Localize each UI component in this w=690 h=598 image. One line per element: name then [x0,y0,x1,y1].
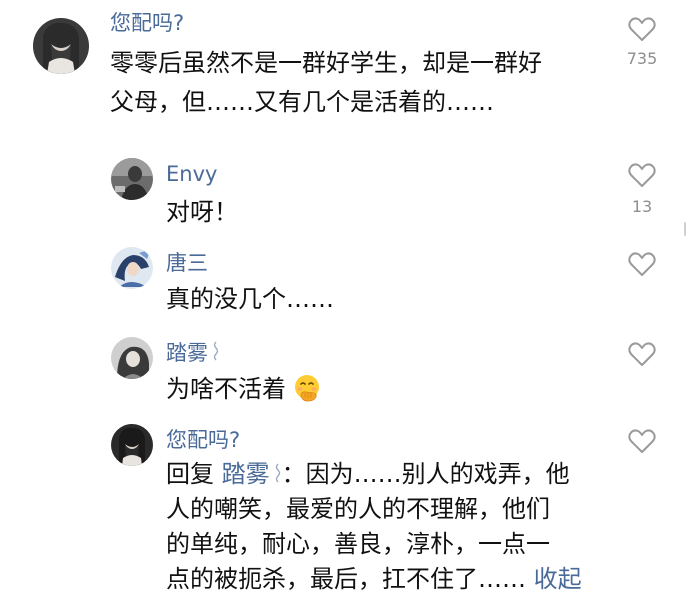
avatar[interactable] [111,424,153,466]
reply-text: 对呀！ [166,198,238,226]
reply-text-rest: ：因为……别人的戏弄，他 [281,460,570,488]
reply-username-text: 踏雾 [166,341,208,365]
heart-outline-icon[interactable] [628,428,656,454]
like-count: 735 [626,49,658,68]
reply-text-content: 为啥不活着 [166,375,286,403]
reply-text: 为啥不活着 [166,372,322,406]
comment-username[interactable]: 您配吗? [110,10,184,36]
reply-username[interactable]: Envy [166,161,217,187]
comment-text-line: 零零后虽然不是一群好学生，却是一群好 [110,49,542,77]
collapse-link[interactable]: 收起 [534,565,582,593]
wavy-badge-icon [274,463,282,485]
heart-outline-icon[interactable] [628,16,656,42]
face-with-hand-over-mouth-icon [292,373,322,403]
avatar[interactable] [33,18,89,74]
reply-text-line: 回复 踏雾 ：因为……别人的戏弄，他 [166,457,570,491]
heart-outline-icon[interactable] [628,251,656,277]
avatar[interactable] [111,337,153,379]
reply-text-content: 点的被扼杀，最后，扛不住了…… [166,565,526,593]
heart-outline-icon[interactable] [628,341,656,367]
avatar[interactable] [111,247,153,289]
reply-username[interactable]: 唐三 [166,250,208,276]
comment-text-line: 父母，但……又有几个是活着的…… [110,88,494,116]
heart-outline-icon[interactable] [628,162,656,188]
like-count: 13 [631,197,653,216]
reply-text-line: 点的被扼杀，最后，扛不住了…… 收起 [166,562,582,596]
reply-text: 真的没几个…… [166,285,334,313]
reply-username[interactable]: 踏雾 [166,340,220,366]
reply-text-line: 的单纯，耐心，善良，淳朴，一点一 [166,530,550,558]
scrollbar-thumb[interactable] [684,222,686,236]
mention-text[interactable]: 踏雾 [222,460,270,488]
reply-prefix: 回复 [166,460,214,488]
comment-thread: 您配吗? 零零后虽然不是一群好学生，却是一群好 父母，但……又有几个是活着的……… [0,0,690,598]
wavy-badge-icon [212,341,220,363]
reply-text-line: 人的嘲笑，最爱的人的不理解，他们 [166,495,550,523]
reply-username[interactable]: 您配吗? [166,427,240,453]
mention-link[interactable]: 踏雾 [222,460,282,488]
avatar[interactable] [111,158,153,200]
